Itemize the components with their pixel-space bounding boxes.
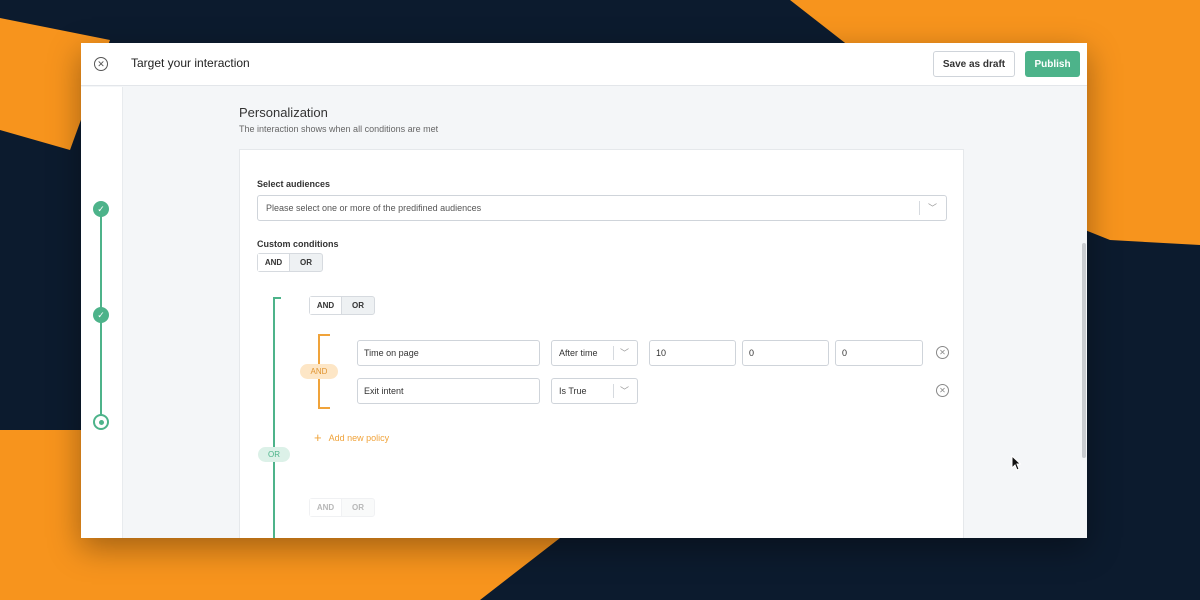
- operator-value: Is True: [559, 386, 587, 396]
- plus-icon: +: [314, 430, 322, 445]
- policy-operator-select[interactable]: Is True ﹀: [551, 378, 638, 404]
- remove-policy-icon[interactable]: ✕: [936, 384, 949, 397]
- group-toggle-or-option[interactable]: OR: [342, 297, 374, 314]
- add-policy-label: Add new policy: [328, 432, 390, 443]
- select-divider: [919, 201, 920, 215]
- close-circle-icon[interactable]: ✕: [94, 57, 108, 71]
- next-group-and-or-toggle: AND OR: [309, 498, 375, 517]
- save-as-draft-button[interactable]: Save as draft: [933, 51, 1015, 77]
- group-and-or-toggle: AND OR: [309, 296, 375, 315]
- toggle-or-option[interactable]: OR: [290, 254, 322, 271]
- audiences-label: Select audiences: [257, 179, 331, 189]
- current-step-dot-icon[interactable]: [93, 414, 109, 430]
- hours-input[interactable]: 10: [649, 340, 736, 366]
- group-connector-line: [273, 297, 275, 538]
- section-subtitle: The interaction shows when all condition…: [239, 124, 439, 134]
- mouse-cursor-icon: [1011, 455, 1021, 471]
- group-or-badge: OR: [258, 447, 290, 462]
- policy-and-badge: AND: [300, 364, 338, 379]
- top-bar: ✕ Target your interaction Save as draft …: [81, 43, 1087, 86]
- check-icon[interactable]: ✓: [93, 201, 109, 217]
- policy-attribute-field[interactable]: Exit intent: [357, 378, 540, 404]
- chevron-down-icon: ﹀: [927, 203, 937, 213]
- vertical-scrollbar[interactable]: [1082, 243, 1086, 458]
- page-title: Target your interaction: [131, 56, 250, 70]
- operator-value: After time: [559, 348, 598, 358]
- progress-stepper: ✓ ✓: [81, 87, 123, 538]
- publish-button[interactable]: Publish: [1025, 51, 1080, 77]
- personalization-card: Select audiences Please select one or mo…: [239, 149, 964, 538]
- app-window: ✕ Target your interaction Save as draft …: [81, 43, 1087, 538]
- group-connector-cap: [273, 297, 281, 299]
- next-group-toggle-or-option[interactable]: OR: [342, 499, 374, 516]
- next-group-toggle-and-option[interactable]: AND: [310, 499, 342, 516]
- policy-attribute-field[interactable]: Time on page: [357, 340, 540, 366]
- minutes-input[interactable]: 0: [742, 340, 829, 366]
- section-title: Personalization: [239, 105, 328, 120]
- policy-operator-select[interactable]: After time ﹀: [551, 340, 638, 366]
- custom-conditions-label: Custom conditions: [257, 239, 339, 249]
- bracket-top: [320, 334, 330, 336]
- check-icon[interactable]: ✓: [93, 307, 109, 323]
- bracket-bottom: [320, 407, 330, 409]
- chevron-down-icon: ﹀: [619, 348, 629, 358]
- conditions-and-or-toggle: AND OR: [257, 253, 323, 272]
- select-divider: [613, 346, 614, 360]
- remove-policy-icon[interactable]: ✕: [936, 346, 949, 359]
- group-toggle-and-option[interactable]: AND: [310, 297, 342, 314]
- toggle-and-option[interactable]: AND: [258, 254, 290, 271]
- audiences-select[interactable]: Please select one or more of the predifi…: [257, 195, 947, 221]
- audiences-placeholder: Please select one or more of the predifi…: [266, 203, 482, 213]
- select-divider: [613, 384, 614, 398]
- add-new-policy-button[interactable]: + Add new policy: [314, 431, 389, 444]
- chevron-down-icon: ﹀: [619, 386, 629, 396]
- seconds-input[interactable]: 0: [835, 340, 923, 366]
